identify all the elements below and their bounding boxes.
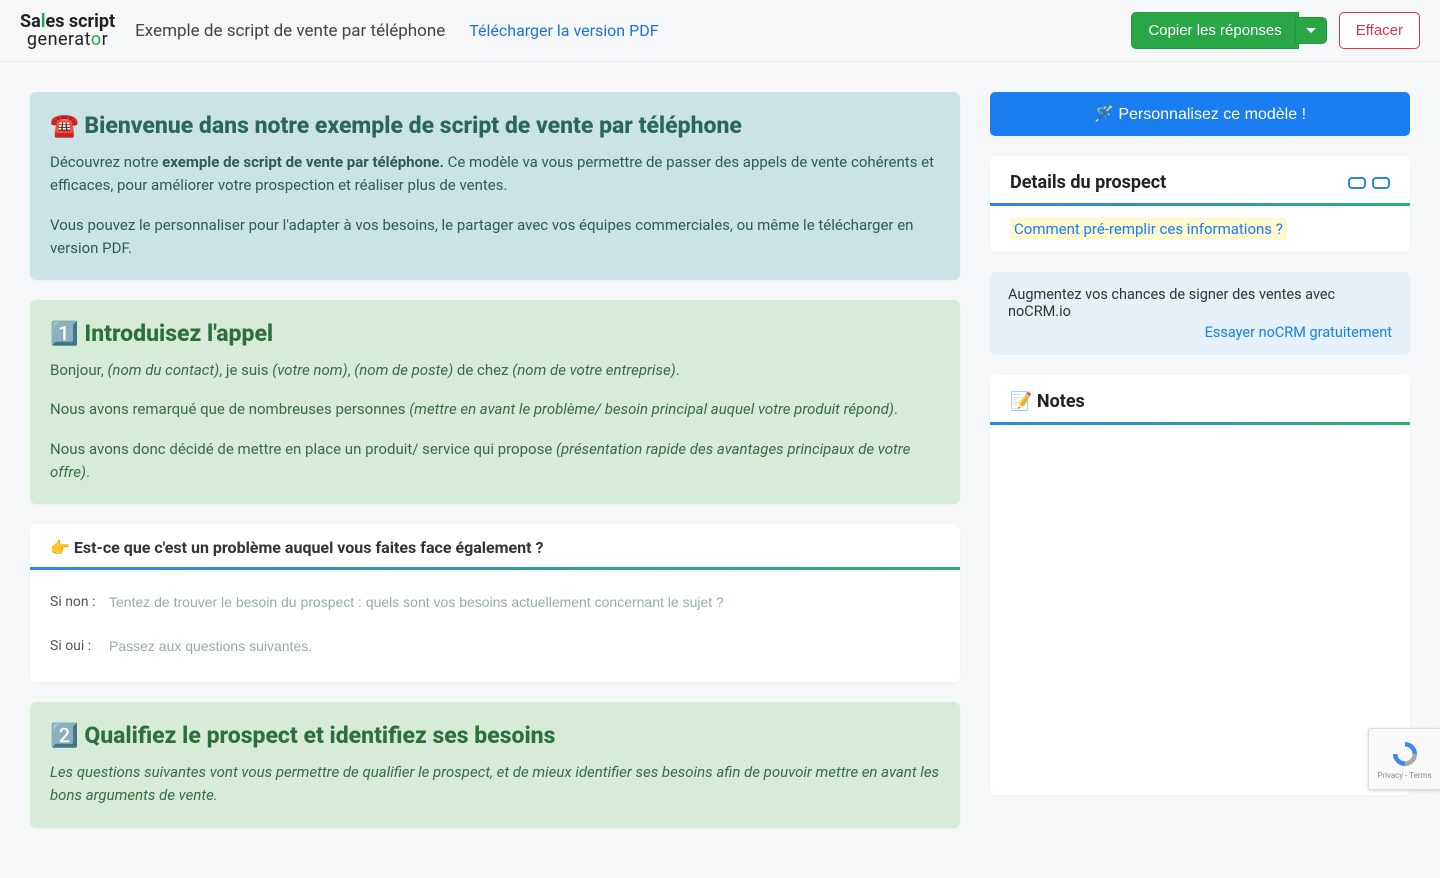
layout-pill-icon <box>1348 177 1366 189</box>
prefill-info-link[interactable]: Comment pré-remplir ces informations ? <box>1010 218 1287 240</box>
qualify-desc: Les questions suivantes vont vous permet… <box>50 761 940 808</box>
qualify-card: 2️⃣ Qualifiez le prospect et identifiez … <box>30 702 960 828</box>
prospect-details-panel: Details du prospect Comment pré-remplir … <box>990 156 1410 252</box>
answer-input-yes[interactable] <box>105 630 940 662</box>
layout-pill-icon <box>1372 177 1390 189</box>
clear-button[interactable]: Effacer <box>1339 12 1420 49</box>
qualify-title: 2️⃣ Qualifiez le prospect et identifiez … <box>50 722 940 749</box>
welcome-paragraph: Découvrez notre exemple de script de ven… <box>50 151 940 198</box>
layout-toggle[interactable] <box>1348 177 1390 189</box>
notes-textarea[interactable] <box>990 425 1410 795</box>
promo-text: Augmentez vos chances de signer des vent… <box>1008 286 1335 320</box>
answer-label: Si non : <box>50 594 105 610</box>
chevron-down-icon <box>1306 28 1316 33</box>
recaptcha-icon <box>1390 739 1420 769</box>
welcome-title: ☎️ Bienvenue dans notre exemple de scrip… <box>50 112 940 139</box>
personalize-button[interactable]: 🪄 Personnalisez ce modèle ! <box>990 92 1410 136</box>
logo: Sales script generator <box>20 13 115 47</box>
intro-call-line: Bonjour, (nom du contact), je suis (votr… <box>50 359 940 382</box>
prospect-details-header: Details du prospect <box>990 156 1410 206</box>
copy-responses-dropdown[interactable] <box>1295 17 1327 44</box>
promo-banner: Augmentez vos chances de signer des vent… <box>990 272 1410 355</box>
intro-call-line: Nous avons donc décidé de mettre en plac… <box>50 438 940 485</box>
try-nocrm-link[interactable]: Essayer noCRM gratuitement <box>1008 324 1392 341</box>
logo-text: generat <box>27 29 91 50</box>
logo-accent: o <box>91 29 102 50</box>
answer-input-no[interactable] <box>105 586 940 618</box>
intro-call-title: 1️⃣ Introduisez l'appel <box>50 320 940 347</box>
answer-label: Si oui : <box>50 638 105 654</box>
answer-row: Si non : <box>30 580 960 624</box>
logo-text: r <box>102 29 109 50</box>
download-pdf-link[interactable]: Télécharger la version PDF <box>469 21 658 40</box>
answer-row: Si oui : <box>30 624 960 668</box>
notes-panel: 📝 Notes <box>990 375 1410 795</box>
notes-header: 📝 Notes <box>990 375 1410 425</box>
copy-responses-button[interactable]: Copier les réponses <box>1131 12 1298 49</box>
question-header: 👉 Est-ce que c'est un problème auquel vo… <box>30 524 960 570</box>
intro-call-card: 1️⃣ Introduisez l'appel Bonjour, (nom du… <box>30 300 960 504</box>
intro-call-line: Nous avons remarqué que de nombreuses pe… <box>50 398 940 421</box>
welcome-card: ☎️ Bienvenue dans notre exemple de scrip… <box>30 92 960 280</box>
question-card: 👉 Est-ce que c'est un problème auquel vo… <box>30 524 960 682</box>
page-title: Exemple de script de vente par téléphone <box>135 21 445 41</box>
welcome-paragraph: Vous pouvez le personnaliser pour l'adap… <box>50 214 940 261</box>
recaptcha-badge[interactable]: Privacy - Terms <box>1368 728 1440 790</box>
topbar: Sales script generator Exemple de script… <box>0 0 1440 62</box>
